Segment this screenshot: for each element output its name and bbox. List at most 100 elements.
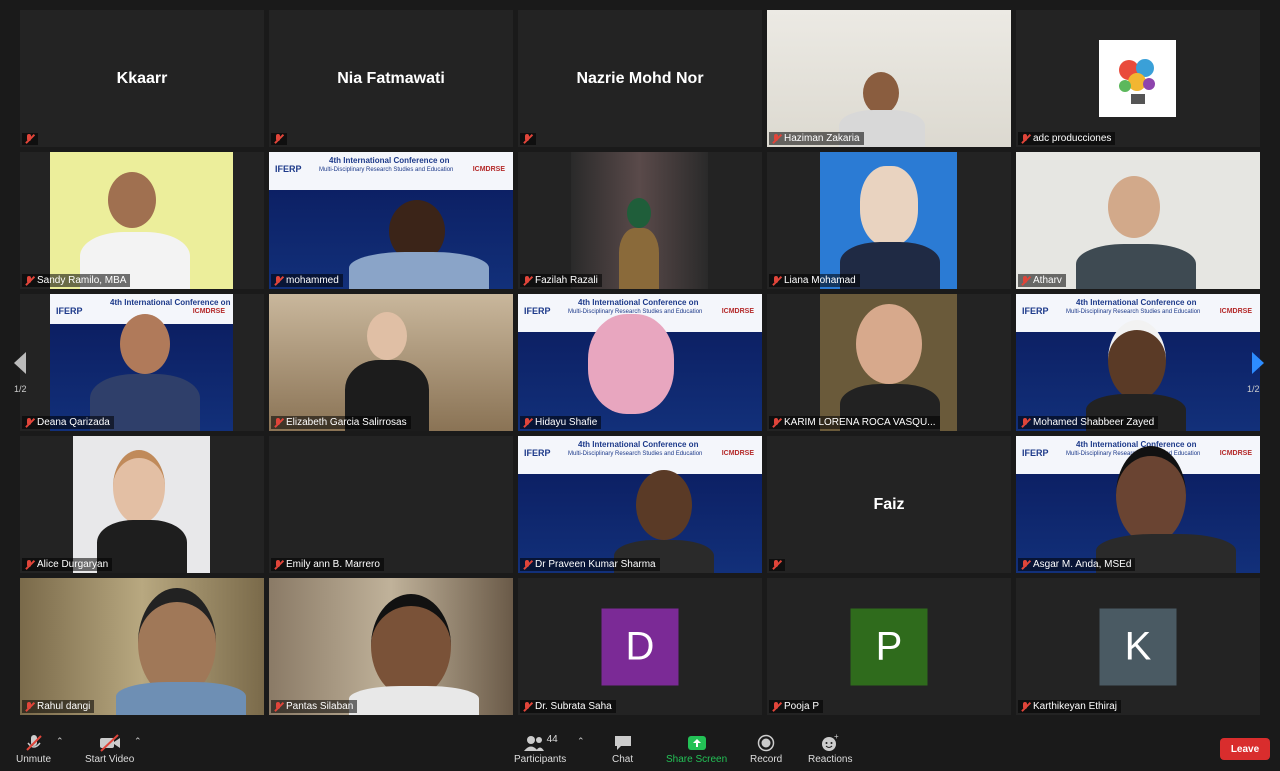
muted-mic-icon <box>1020 417 1030 428</box>
participant-tile[interactable]: Fazilah Razali <box>518 152 762 289</box>
name-label: KARIM LORENA ROCA VASQU... <box>769 416 940 429</box>
participant-tile[interactable]: IFERP 4th International Conference on Mu… <box>1016 294 1260 431</box>
name-label: Pantas Silaban <box>271 700 358 713</box>
video-feed <box>269 294 513 431</box>
next-page-arrow[interactable] <box>1250 349 1266 377</box>
participant-tile[interactable]: K Karthikeyan Ethiraj <box>1016 578 1260 715</box>
participant-tile[interactable]: KARIM LORENA ROCA VASQU... <box>767 294 1011 431</box>
muted-mic-icon <box>24 559 34 570</box>
record-button[interactable]: Record <box>750 732 782 765</box>
muted-mic-icon <box>771 133 781 144</box>
participants-options-caret[interactable]: ⌃ <box>577 736 585 747</box>
participant-tile[interactable]: Atharv <box>1016 152 1260 289</box>
previous-page-arrow[interactable] <box>12 349 28 377</box>
unmute-button[interactable]: Unmute <box>16 732 51 765</box>
video-feed <box>50 152 233 289</box>
muted-mic-icon <box>273 417 283 428</box>
muted-mic-icon <box>273 275 283 286</box>
participant-tile[interactable]: IFERP 4th International Conference on IC… <box>20 294 264 431</box>
start-video-button[interactable]: Start Video <box>85 732 134 765</box>
participant-tile[interactable]: IFERP 4th International Conference on Mu… <box>269 152 513 289</box>
participant-tile[interactable]: P Pooja P <box>767 578 1011 715</box>
video-feed <box>571 152 708 289</box>
name-label: adc producciones <box>1018 132 1116 145</box>
participant-tile[interactable]: Rahul dangi <box>20 578 264 715</box>
participant-avatar: P <box>850 608 928 685</box>
muted-mic-icon <box>522 417 532 428</box>
muted-mic-icon <box>771 560 781 570</box>
record-icon <box>757 734 775 752</box>
participant-name: Nia Fatmawati <box>337 69 445 87</box>
muted-mic-icon <box>771 701 781 712</box>
reactions-button[interactable]: + Reactions <box>808 732 852 765</box>
name-label: Atharv <box>1018 274 1066 287</box>
video-feed: IFERP 4th International Conference on Mu… <box>518 436 762 573</box>
video-feed <box>269 578 513 715</box>
participant-tile[interactable]: Kkaarr <box>20 10 264 147</box>
participants-button[interactable]: 44 Participants <box>514 732 566 766</box>
name-label: mohammed <box>271 274 343 287</box>
name-label: Liana Mohamad <box>769 274 860 287</box>
name-label: Sandy Ramilo, MBA <box>22 274 131 287</box>
participant-tile[interactable]: D Dr. Subrata Saha <box>518 578 762 715</box>
video-feed: IFERP 4th International Conference on Mu… <box>1016 436 1260 573</box>
participant-tile[interactable]: Nazrie Mohd Nor <box>518 10 762 147</box>
name-label: Elizabeth Garcia Salirrosas <box>271 416 411 429</box>
conference-banner: IFERP 4th International Conference on Mu… <box>518 436 762 474</box>
muted-mic-icon <box>1020 133 1030 144</box>
name-label: Asgar M. Anda, MSEd <box>1018 558 1136 571</box>
video-feed: IFERP 4th International Conference on Mu… <box>518 294 762 431</box>
participant-tile[interactable]: adc producciones <box>1016 10 1260 147</box>
name-label: Deana Qarizada <box>22 416 114 429</box>
participant-tile[interactable]: IFERP 4th International Conference on Mu… <box>1016 436 1260 573</box>
muted-mic-icon <box>273 559 283 570</box>
muted-mic-icon <box>273 134 283 144</box>
video-options-caret[interactable]: ⌃ <box>134 736 142 747</box>
participant-tile[interactable]: Alice Durgaryan <box>20 436 264 573</box>
page-indicator-right: 1/2 <box>1247 384 1260 394</box>
video-off-icon <box>99 734 120 752</box>
chat-button[interactable]: Chat <box>612 732 633 765</box>
participant-tile[interactable]: Liana Mohamad <box>767 152 1011 289</box>
participant-avatar: K <box>1099 608 1177 685</box>
name-label: Emily ann B. Marrero <box>271 558 384 571</box>
participant-avatar: D <box>601 608 679 685</box>
name-label: Hidayu Shafie <box>520 416 602 429</box>
video-feed <box>820 294 957 431</box>
participant-tile[interactable]: Elizabeth Garcia Salirrosas <box>269 294 513 431</box>
participant-tile[interactable]: Faiz <box>767 436 1011 573</box>
participant-tile[interactable]: Pantas Silaban <box>269 578 513 715</box>
name-label: Dr Praveen Kumar Sharma <box>520 558 660 571</box>
meeting-toolbar: Unmute ⌃ Start Video ⌃ 44 Participants ⌃… <box>0 718 1280 771</box>
audio-options-caret[interactable]: ⌃ <box>56 736 64 747</box>
chevron-left-icon <box>14 352 26 374</box>
muted-mic-icon <box>771 275 781 286</box>
muted-mic-icon <box>24 134 34 144</box>
participant-count: 44 <box>546 733 558 745</box>
name-label: Haziman Zakaria <box>769 132 864 145</box>
muted-mic-icon <box>273 701 283 712</box>
muted-mic-icon <box>1020 701 1030 712</box>
participant-tile[interactable]: IFERP 4th International Conference on Mu… <box>518 294 762 431</box>
leave-button[interactable]: Leave <box>1220 738 1270 760</box>
video-feed <box>20 578 264 715</box>
name-label <box>520 133 536 145</box>
name-label: Mohamed Shabbeer Zayed <box>1018 416 1159 429</box>
participant-tile[interactable]: Haziman Zakaria <box>767 10 1011 147</box>
participant-tile[interactable]: IFERP 4th International Conference on Mu… <box>518 436 762 573</box>
participant-tile[interactable]: Nia Fatmawati <box>269 10 513 147</box>
muted-mic-icon <box>522 275 532 286</box>
participant-name: Nazrie Mohd Nor <box>576 69 704 87</box>
name-label: Pooja P <box>769 700 824 713</box>
muted-mic-icon <box>522 134 532 144</box>
conference-banner: IFERP 4th International Conference on Mu… <box>269 152 513 190</box>
video-feed <box>1016 152 1260 289</box>
name-label <box>769 559 785 571</box>
participant-tile[interactable]: Emily ann B. Marrero <box>269 436 513 573</box>
video-feed: IFERP 4th International Conference on Mu… <box>1016 294 1260 431</box>
share-screen-button[interactable]: Share Screen <box>666 732 727 765</box>
muted-mic-icon <box>24 275 34 286</box>
participant-tile[interactable]: Sandy Ramilo, MBA <box>20 152 264 289</box>
name-label: Rahul dangi <box>22 700 95 713</box>
reactions-icon: + <box>822 733 839 751</box>
